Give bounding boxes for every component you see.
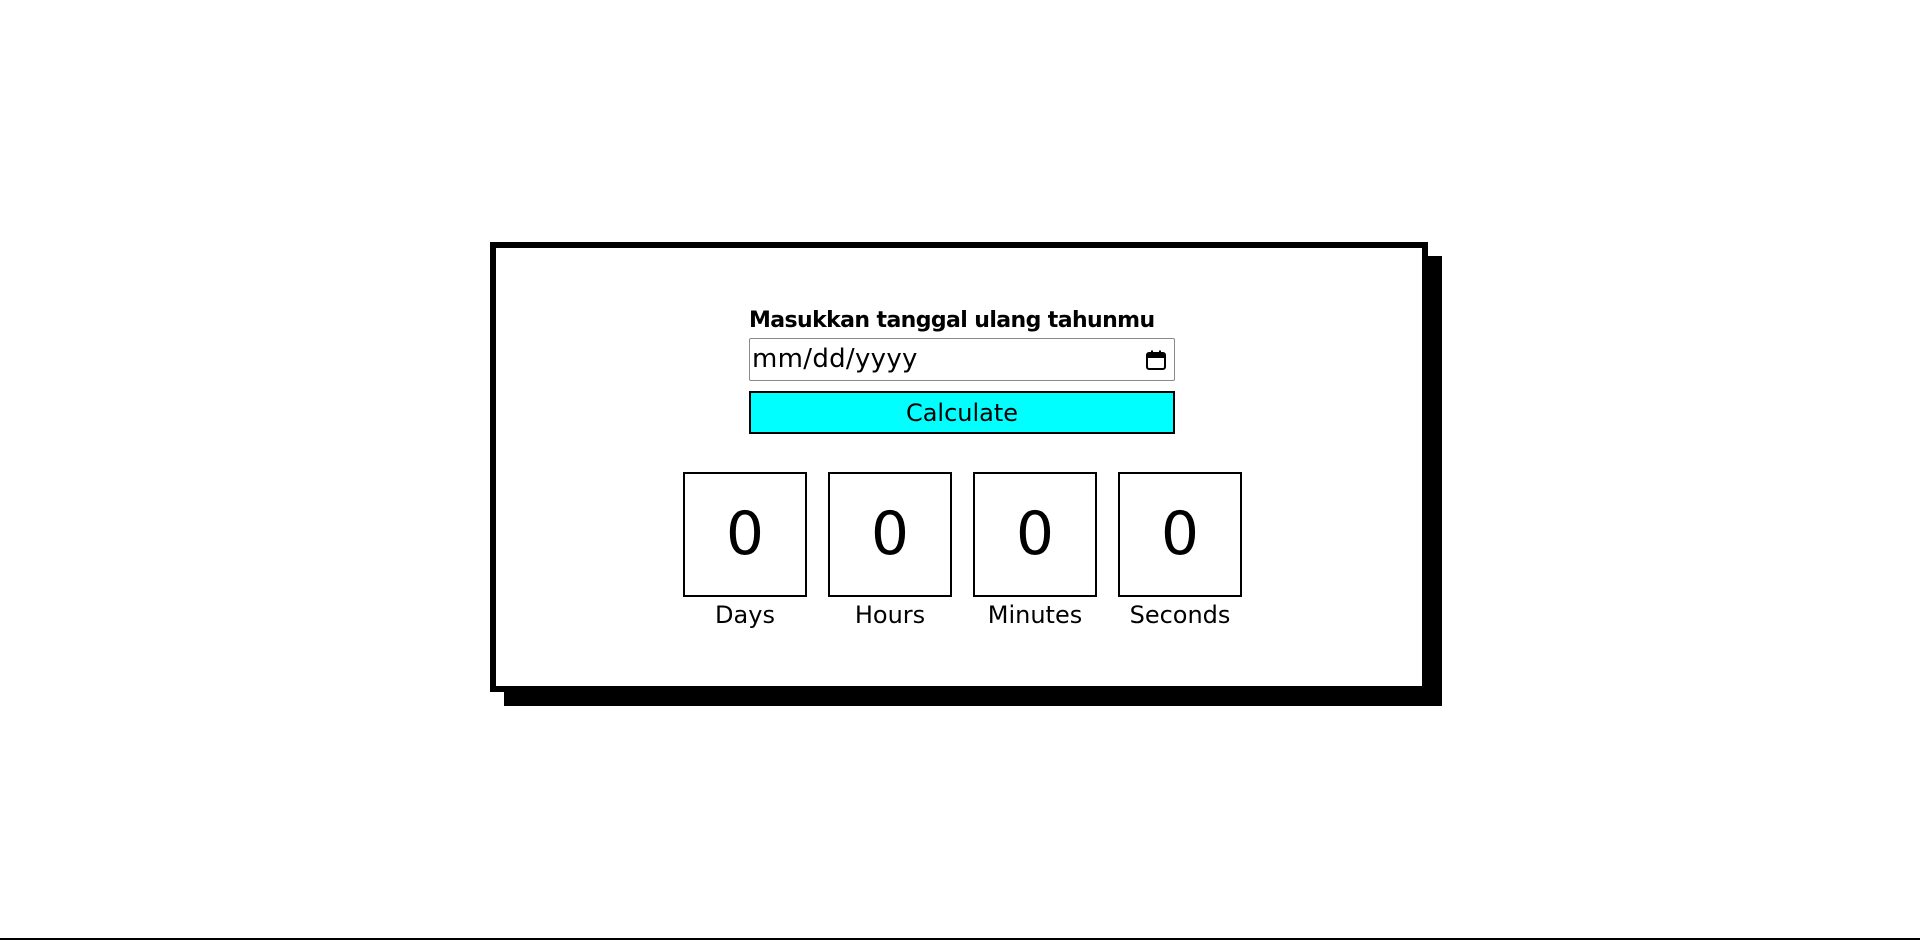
- days-label: Days: [715, 601, 775, 629]
- days-value: 0: [683, 472, 807, 597]
- birthday-form: Masukkan tanggal ulang tahunmu mm/dd/yyy…: [749, 308, 1175, 434]
- countdown-card: Masukkan tanggal ulang tahunmu mm/dd/yyy…: [490, 242, 1428, 692]
- minutes-label: Minutes: [987, 601, 1083, 629]
- hours-counter: 0 Hours: [828, 472, 952, 629]
- minutes-counter: 0 Minutes: [973, 472, 1097, 629]
- page: Masukkan tanggal ulang tahunmu mm/dd/yyy…: [0, 0, 1920, 940]
- calendar-icon[interactable]: [1145, 349, 1167, 371]
- calculate-button[interactable]: Calculate: [749, 391, 1175, 434]
- seconds-label: Seconds: [1129, 601, 1231, 629]
- seconds-counter: 0 Seconds: [1118, 472, 1242, 629]
- countdown-row: 0 Days 0 Hours 0 Minutes 0 Seconds: [683, 472, 1242, 629]
- date-placeholder: mm/dd/yyyy: [752, 344, 918, 374]
- seconds-value: 0: [1118, 472, 1242, 597]
- days-counter: 0 Days: [683, 472, 807, 629]
- hours-label: Hours: [854, 601, 926, 629]
- birthday-label: Masukkan tanggal ulang tahunmu: [749, 308, 1155, 333]
- hours-value: 0: [828, 472, 952, 597]
- birthday-date-input[interactable]: mm/dd/yyyy: [749, 338, 1175, 381]
- minutes-value: 0: [973, 472, 1097, 597]
